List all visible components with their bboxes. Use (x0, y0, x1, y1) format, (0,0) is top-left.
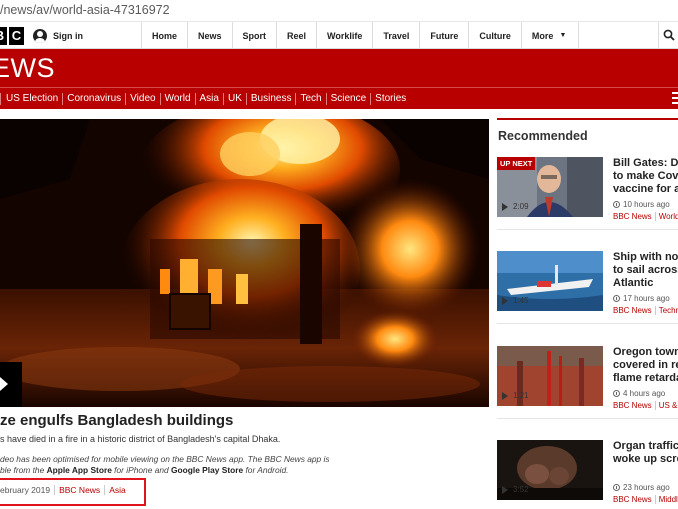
card-time-label: 17 hours ago (623, 294, 670, 303)
card-divider (497, 418, 678, 419)
card-tags: BBC News Middl (613, 495, 678, 504)
section-coronavirus[interactable]: Coronavirus (62, 92, 125, 105)
app-note-line-1: deo has been optimised for mobile viewin… (0, 454, 330, 464)
duration-label: 2:09 (513, 202, 529, 211)
section-science[interactable]: Science (325, 92, 371, 105)
sign-in-link[interactable]: Sign in (33, 22, 93, 49)
recommended-heading: Recommended (498, 129, 588, 143)
bbc-logo-letter: C (9, 27, 24, 45)
card-divider (497, 229, 678, 230)
clock-icon (613, 484, 620, 491)
card-time-label: 10 hours ago (623, 200, 670, 209)
card-tag[interactable]: US & (654, 401, 678, 410)
card-duration: 3:52 (502, 485, 529, 494)
top-nav-links: Home News Sport Reel Worklife Travel Fut… (141, 22, 580, 49)
app-note-text: for iPhone and (111, 465, 171, 475)
card-title[interactable]: Ship with no to sail across Atlantic (613, 251, 678, 290)
highlight-annotation-box (0, 478, 146, 506)
nav-travel[interactable]: Travel (372, 22, 419, 49)
section-nav: US Election Coronavirus Video World Asia… (0, 87, 678, 109)
apple-app-store-link[interactable]: Apple App Store (47, 465, 112, 475)
card-tag[interactable]: Middl (654, 495, 678, 504)
clock-icon (613, 295, 620, 302)
nav-worklife[interactable]: Worklife (316, 22, 372, 49)
play-icon (502, 391, 508, 400)
section-tech[interactable]: Tech (295, 92, 325, 105)
up-next-badge: UP NEXT (497, 157, 536, 170)
card-title[interactable]: Oregon town covered in re flame retarda (613, 346, 678, 385)
card-timestamp: 4 hours ago (613, 389, 665, 398)
nav-news[interactable]: News (187, 22, 232, 49)
section-stories[interactable]: Stories (370, 92, 410, 105)
section-video[interactable]: Video (125, 92, 159, 105)
duration-label: 1:45 (513, 296, 529, 305)
card-divider (497, 323, 678, 324)
card-tags: BBC News Techn (613, 306, 678, 315)
card-tag[interactable]: BBC News (613, 495, 652, 504)
url-text[interactable]: /news/av/world-asia-47316972 (0, 3, 170, 17)
card-tag[interactable]: BBC News (613, 212, 652, 221)
nav-home[interactable]: Home (141, 22, 187, 49)
bbc-logo-letter: B (0, 27, 7, 45)
card-tags: BBC News US & (613, 401, 678, 410)
browser-address-bar[interactable]: /news/av/world-asia-47316972 (0, 0, 678, 22)
section-asia[interactable]: Asia (194, 92, 223, 105)
app-note: deo has been optimised for mobile viewin… (0, 454, 330, 476)
play-icon (502, 485, 508, 494)
card-time-label: 23 hours ago (623, 483, 670, 492)
card-timestamp: 17 hours ago (613, 294, 670, 303)
story-headline: ze engulfs Bangladesh buildings (0, 412, 234, 429)
section-menu-icon[interactable] (672, 92, 678, 106)
duration-label: 3:52 (513, 485, 529, 494)
card-tag[interactable]: Techn (654, 306, 678, 315)
sign-in-label: Sign in (53, 30, 83, 41)
card-timestamp: 23 hours ago (613, 483, 670, 492)
bbc-top-nav: B C Sign in Home News Sport Reel Worklif… (0, 22, 678, 49)
card-title[interactable]: Bill Gates: De to make Cov vaccine for a (613, 157, 678, 196)
card-timestamp: 10 hours ago (613, 200, 670, 209)
nav-future[interactable]: Future (419, 22, 468, 49)
search-icon (663, 29, 675, 41)
card-duration: 2:09 (502, 202, 529, 211)
section-uk[interactable]: UK (222, 92, 246, 105)
story-summary: s have died in a fire in a historic dist… (0, 434, 281, 444)
caret-down-icon: ▼ (559, 32, 567, 39)
card-duration: 1:45 (502, 296, 529, 305)
card-time-label: 4 hours ago (623, 389, 666, 398)
google-play-store-link[interactable]: Google Play Store (171, 465, 243, 475)
nav-more-menu[interactable]: More ▼ (520, 22, 580, 49)
nav-more-label: More (531, 30, 554, 41)
nav-sport[interactable]: Sport (231, 22, 277, 49)
clock-icon (613, 201, 620, 208)
play-button[interactable] (0, 362, 22, 407)
recommended-top-rule (497, 118, 678, 120)
section-business[interactable]: Business (245, 92, 296, 105)
card-tag[interactable]: BBC News (613, 401, 652, 410)
app-note-text: for Android. (243, 465, 289, 475)
app-note-line-2: ble from the Apple App Store for iPhone … (0, 465, 330, 476)
user-account-icon (33, 28, 47, 43)
card-title[interactable]: Organ traffic woke up scre (613, 440, 678, 466)
card-tag[interactable]: BBC News (613, 306, 652, 315)
clock-icon (613, 390, 620, 397)
card-tags: BBC News World (613, 212, 678, 221)
bbc-logo[interactable]: B C (0, 27, 24, 45)
duration-label: 1:21 (513, 391, 529, 400)
play-icon (502, 202, 508, 211)
bbc-news-wordmark[interactable]: EWS (0, 53, 55, 84)
nav-reel[interactable]: Reel (276, 22, 316, 49)
card-duration: 1:21 (502, 391, 529, 400)
search-button[interactable] (658, 22, 678, 49)
section-us-election[interactable]: US Election (0, 92, 62, 105)
card-tag[interactable]: World (654, 212, 678, 221)
app-note-text: ble from the (0, 465, 47, 475)
nav-culture[interactable]: Culture (468, 22, 521, 49)
section-world[interactable]: World (159, 92, 195, 105)
video-player[interactable] (0, 119, 489, 407)
news-header-band: EWS (0, 49, 678, 87)
play-icon (502, 296, 508, 305)
video-still-fire (0, 119, 489, 407)
